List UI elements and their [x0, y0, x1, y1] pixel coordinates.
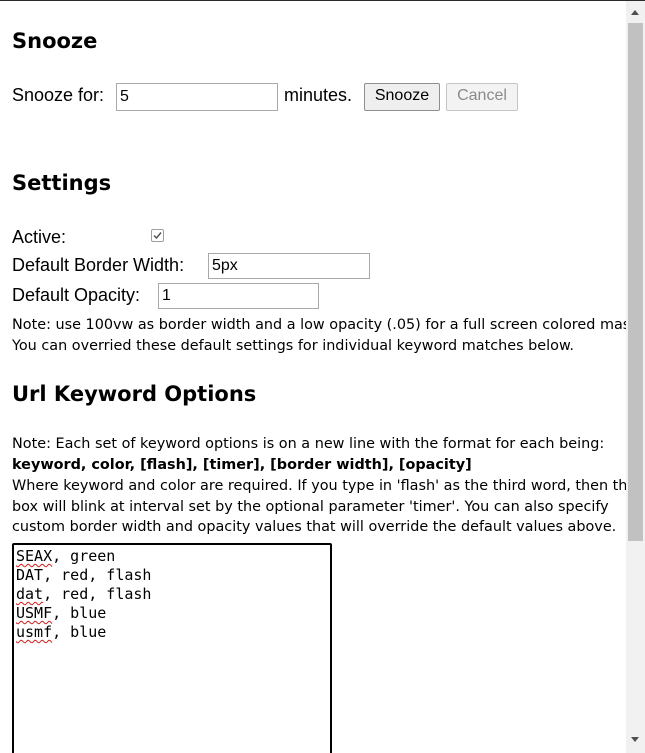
settings-note-2: You can overried these default settings …: [12, 338, 574, 354]
keyword-line: usmf, blue: [16, 623, 328, 642]
border-width-input[interactable]: [208, 253, 370, 279]
settings-note-1: Note: use 100vw as border width and a lo…: [12, 317, 626, 333]
active-label: Active:: [12, 227, 67, 247]
keyword-rest: , blue: [52, 623, 107, 641]
snooze-unit-label: minutes.: [284, 85, 353, 105]
keyword-rest: , blue: [52, 604, 107, 622]
checkmark-icon: [153, 232, 162, 240]
keyword: SEAX: [16, 547, 53, 565]
scroll-down-arrow-icon[interactable]: [631, 737, 639, 742]
keyword-line: DAT, red, flash: [16, 566, 328, 585]
scroll-up-arrow-icon[interactable]: [631, 10, 639, 15]
settings-heading: Settings: [12, 171, 112, 195]
keyword-desc-1: Where keyword and color are required. If…: [12, 478, 626, 494]
url-keyword-heading: Url Keyword Options: [12, 382, 257, 406]
keyword-desc-2: box will blink at interval set by the op…: [12, 499, 609, 515]
keyword-format: keyword, color, [flash], [timer], [borde…: [12, 455, 472, 475]
snooze-heading: Snooze: [12, 29, 98, 53]
scrollbar-thumb[interactable]: [628, 23, 643, 541]
opacity-label: Default Opacity:: [12, 285, 141, 305]
active-checkbox[interactable]: [151, 229, 164, 242]
snooze-for-label: Snooze for:: [12, 85, 105, 105]
snooze-button[interactable]: Snooze: [364, 83, 440, 111]
cancel-button[interactable]: Cancel: [446, 83, 518, 111]
keyword-note: Note: Each set of keyword options is on …: [12, 436, 605, 452]
keyword-format-text: keyword, color, [flash], [timer], [borde…: [12, 457, 472, 473]
keyword-options-textarea[interactable]: SEAX, green DAT, red, flash dat, red, fl…: [12, 543, 332, 753]
keyword-rest: , green: [52, 547, 116, 565]
keyword: usmf: [16, 623, 53, 641]
keyword: DAT: [16, 566, 44, 584]
keyword-desc-3: custom border width and opacity values t…: [12, 519, 617, 535]
options-page: Snooze Snooze for: minutes. Snooze Cance…: [0, 1, 626, 753]
keyword: USMF: [16, 604, 53, 622]
border-width-label: Default Border Width:: [12, 255, 185, 275]
vertical-scrollbar[interactable]: [626, 1, 645, 753]
keyword-rest: , red, flash: [43, 585, 152, 603]
keyword: dat: [16, 585, 44, 603]
keyword-rest: , red, flash: [43, 566, 152, 584]
keyword-line: USMF, blue: [16, 604, 328, 623]
keyword-line: SEAX, green: [16, 547, 328, 566]
snooze-minutes-input[interactable]: [116, 83, 278, 111]
keyword-line: dat, red, flash: [16, 585, 328, 604]
opacity-input[interactable]: [158, 283, 319, 309]
